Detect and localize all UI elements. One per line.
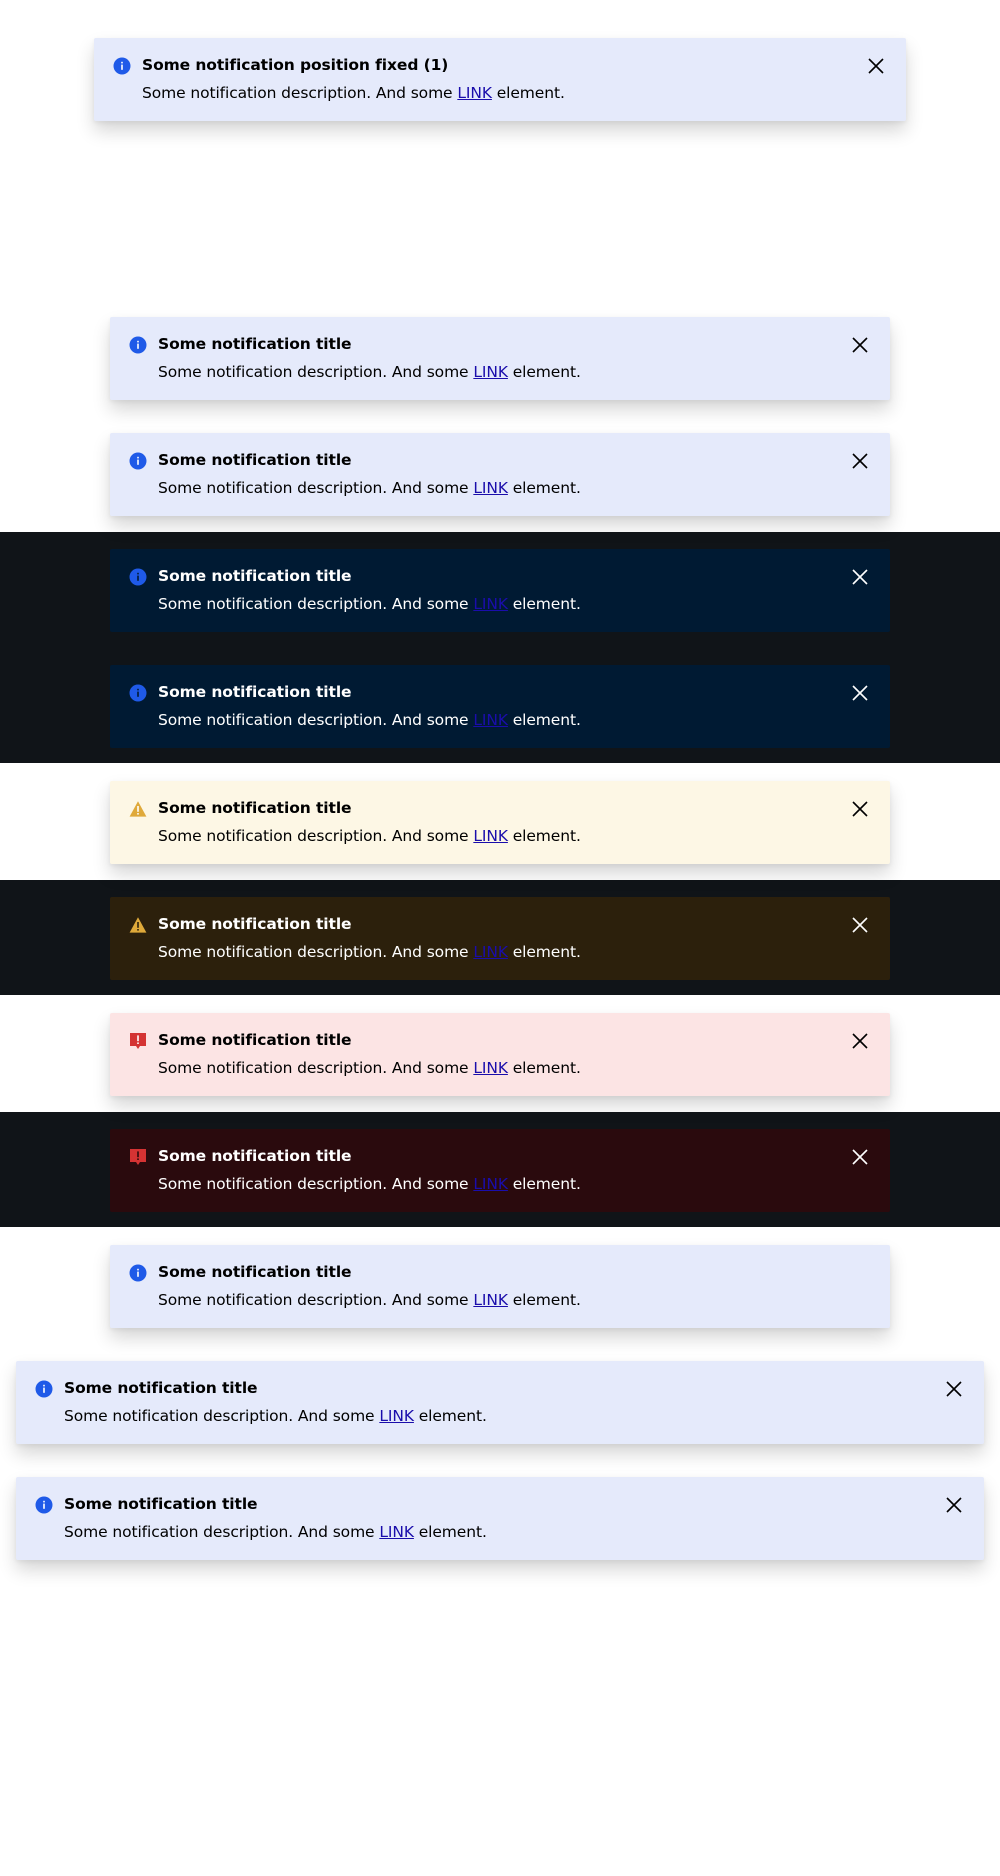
notification-title: Some notification title [158, 915, 352, 933]
info-icon [35, 1496, 53, 1514]
notification-warning-dark: Some notification title Some notificatio… [110, 897, 890, 980]
notification-description: Some notification description. And some … [64, 1407, 487, 1425]
close-icon[interactable] [850, 915, 870, 935]
info-icon [129, 1264, 147, 1282]
notification-link[interactable]: LINK [473, 595, 508, 613]
notification-description: Some notification description. And some … [142, 84, 565, 102]
info-icon [129, 568, 147, 586]
notification-title: Some notification title [158, 1147, 352, 1165]
notification-link[interactable]: LINK [473, 363, 508, 381]
notification-description: Some notification description. And some … [158, 1059, 581, 1077]
notification-description: Some notification description. And some … [158, 1175, 581, 1193]
notification-link[interactable]: LINK [473, 827, 508, 845]
error-icon [130, 1033, 146, 1049]
notification-warning: Some notification title Some notificatio… [110, 781, 890, 864]
notification-error: Some notification title Some notificatio… [110, 1013, 890, 1096]
close-icon[interactable] [944, 1495, 964, 1515]
notification-link[interactable]: LINK [473, 479, 508, 497]
notification-description: Some notification description. And some … [158, 595, 581, 613]
notification-title: Some notification title [64, 1379, 258, 1397]
close-icon[interactable] [850, 683, 870, 703]
notification-link[interactable]: LINK [379, 1523, 414, 1541]
info-icon [129, 684, 147, 702]
close-icon[interactable] [850, 451, 870, 471]
notification-link[interactable]: LINK [379, 1407, 414, 1425]
notification-link[interactable]: LINK [473, 711, 508, 729]
close-icon[interactable] [850, 335, 870, 355]
close-icon[interactable] [850, 1031, 870, 1051]
warning-icon [129, 917, 147, 933]
info-icon [35, 1380, 53, 1398]
notification-link[interactable]: LINK [473, 1291, 508, 1309]
notification-description: Some notification description. And some … [158, 1291, 581, 1309]
notification-dark: Some notification title Some notificatio… [110, 665, 890, 748]
notification-description: Some notification description. And some … [64, 1523, 487, 1541]
notification-link[interactable]: LINK [457, 84, 492, 102]
notification-title: Some notification title [158, 683, 352, 701]
notification-title: Some notification title [158, 567, 352, 585]
notification-title: Some notification title [64, 1495, 258, 1513]
notification-title: Some notification title [158, 451, 352, 469]
notification-non-closable: Some notification title Some notificatio… [110, 1245, 890, 1328]
notification-full-width: Some notification title Some notificatio… [16, 1477, 984, 1560]
close-icon[interactable] [850, 1147, 870, 1167]
warning-icon [129, 801, 147, 817]
notification-title: Some notification title [158, 799, 352, 817]
error-icon [130, 1149, 146, 1165]
notification-title: Some notification title [158, 1263, 352, 1281]
notification-description: Some notification description. And some … [158, 363, 581, 381]
notification-link[interactable]: LINK [473, 943, 508, 961]
close-icon[interactable] [944, 1379, 964, 1399]
notification: Some notification title Some notificatio… [110, 433, 890, 516]
close-icon[interactable] [850, 567, 870, 587]
notification-link[interactable]: LINK [473, 1059, 508, 1077]
notification-title: Some notification position fixed (1) [142, 56, 449, 74]
info-icon [113, 57, 131, 75]
info-icon [129, 452, 147, 470]
notification-description: Some notification description. And some … [158, 827, 581, 845]
notification-link[interactable]: LINK [473, 1175, 508, 1193]
notification-error-dark: Some notification title Some notificatio… [110, 1129, 890, 1212]
notification-description: Some notification description. And some … [158, 711, 581, 729]
notification-full-width: Some notification title Some notificatio… [16, 1361, 984, 1444]
close-icon[interactable] [866, 56, 886, 76]
notification-dark: Some notification title Some notificatio… [110, 549, 890, 632]
notification-fixed: Some notification position fixed (1) Som… [94, 38, 906, 121]
notification-description: Some notification description. And some … [158, 479, 581, 497]
notification-description: Some notification description. And some … [158, 943, 581, 961]
info-icon [129, 336, 147, 354]
notification: Some notification title Some notificatio… [110, 317, 890, 400]
notification-title: Some notification title [158, 335, 352, 353]
close-icon[interactable] [850, 799, 870, 819]
notification-title: Some notification title [158, 1031, 352, 1049]
